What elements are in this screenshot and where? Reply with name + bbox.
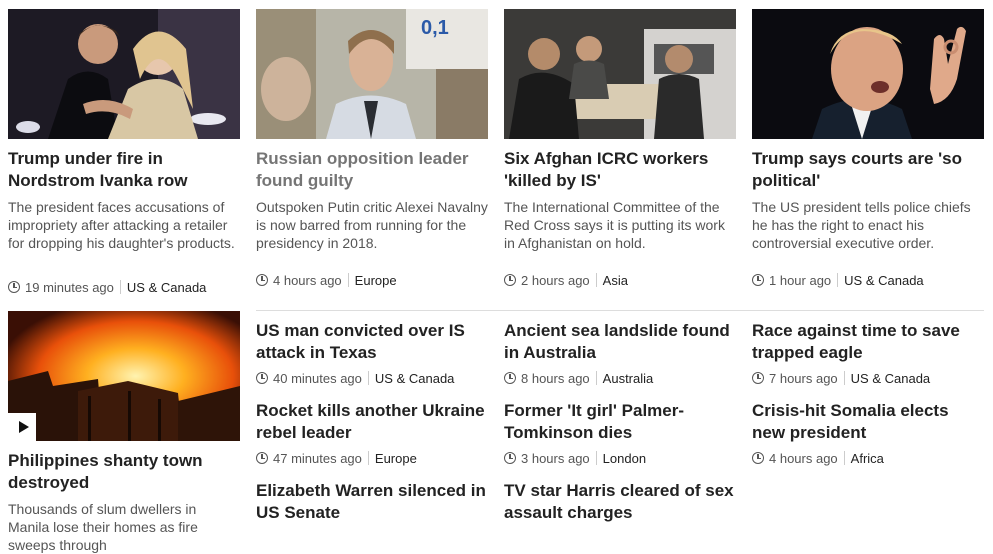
meta-divider: [595, 371, 597, 385]
story-headline[interactable]: Former 'It girl' Palmer-Tomkinson dies: [504, 400, 736, 444]
story-card-7[interactable]: Rocket kills another Ukraine rebel leade…: [256, 400, 488, 467]
story-card-2[interactable]: Russian opposition leader found guilty O…: [256, 148, 488, 252]
story-section-link[interactable]: London: [603, 451, 646, 466]
row-divider: [256, 310, 984, 311]
story-timestamp: 19 minutes ago: [25, 279, 114, 295]
meta-divider: [347, 273, 349, 287]
meta-divider: [843, 371, 845, 385]
story-section-link[interactable]: US & Canada: [851, 371, 931, 386]
story-timestamp: 47 minutes ago: [273, 450, 362, 466]
story-timestamp: 8 hours ago: [521, 370, 590, 386]
story-section-link[interactable]: US & Canada: [127, 280, 207, 295]
story-meta: 2 hours ago Asia: [504, 271, 628, 289]
clock-icon: [8, 281, 20, 293]
story-section-link[interactable]: Australia: [603, 371, 654, 386]
story-card-12[interactable]: Race against time to save trapped eagle …: [752, 320, 984, 387]
story-headline[interactable]: Crisis-hit Somalia elects new president: [752, 400, 984, 444]
story-card-3[interactable]: Six Afghan ICRC workers 'killed by IS' T…: [504, 148, 736, 252]
story-summary: Thousands of slum dwellers in Manila los…: [8, 501, 198, 553]
meta-divider: [595, 451, 597, 465]
story-summary: Outspoken Putin critic Alexei Navalny is…: [256, 199, 488, 251]
story-headline[interactable]: Six Afghan ICRC workers 'killed by IS': [504, 148, 736, 192]
story-section-link[interactable]: Europe: [375, 451, 417, 466]
story-image-trump-courts[interactable]: [752, 9, 984, 139]
story-headline[interactable]: TV star Harris cleared of sex assault ch…: [504, 480, 736, 524]
story-card-11[interactable]: TV star Harris cleared of sex assault ch…: [504, 480, 736, 524]
story-section-link[interactable]: Asia: [603, 273, 628, 288]
story-timestamp: 40 minutes ago: [273, 370, 362, 386]
story-card-8[interactable]: Elizabeth Warren silenced in US Senate: [256, 480, 488, 524]
story-meta: 40 minutes ago US & Canada: [256, 369, 488, 387]
story-section-link[interactable]: US & Canada: [844, 273, 924, 288]
story-meta: 47 minutes ago Europe: [256, 449, 488, 467]
story-headline[interactable]: Russian opposition leader found guilty: [256, 148, 488, 192]
meta-divider: [367, 451, 369, 465]
story-section-link[interactable]: US & Canada: [375, 371, 455, 386]
story-section-link[interactable]: Europe: [355, 273, 397, 288]
story-image-afghan-icrc[interactable]: [504, 9, 736, 139]
story-meta: 19 minutes ago US & Canada: [8, 278, 206, 296]
story-timestamp: 1 hour ago: [769, 272, 832, 288]
story-section-link[interactable]: Africa: [851, 451, 884, 466]
story-timestamp: 4 hours ago: [769, 450, 838, 466]
story-timestamp: 2 hours ago: [521, 272, 590, 288]
story-image-navalny[interactable]: 0,1: [256, 9, 488, 139]
meta-divider: [843, 451, 845, 465]
story-meta: 4 hours ago Europe: [256, 271, 397, 289]
story-summary: The president faces accusations of impro…: [8, 199, 235, 251]
story-summary: The US president tells police chiefs he …: [752, 199, 971, 251]
story-headline[interactable]: Ancient sea landslide found in Australia: [504, 320, 736, 364]
story-timestamp: 4 hours ago: [273, 272, 342, 288]
story-headline[interactable]: Trump under fire in Nordstrom Ivanka row: [8, 148, 240, 192]
meta-divider: [837, 273, 839, 287]
clock-icon: [256, 372, 268, 384]
clock-icon: [256, 274, 268, 286]
story-card-6[interactable]: US man convicted over IS attack in Texas…: [256, 320, 488, 387]
story-meta: 7 hours ago US & Canada: [752, 369, 984, 387]
story-image-trump-ivanka[interactable]: [8, 9, 240, 139]
clock-icon: [752, 274, 764, 286]
story-card-13[interactable]: Crisis-hit Somalia elects new president …: [752, 400, 984, 467]
story-headline[interactable]: Rocket kills another Ukraine rebel leade…: [256, 400, 488, 444]
meta-divider: [367, 371, 369, 385]
story-card-10[interactable]: Former 'It girl' Palmer-Tomkinson dies 3…: [504, 400, 736, 467]
story-card-1[interactable]: Trump under fire in Nordstrom Ivanka row…: [8, 148, 240, 252]
svg-text:0,1: 0,1: [421, 17, 449, 39]
story-image-manila-fire[interactable]: [8, 311, 240, 441]
story-summary: The International Committee of the Red C…: [504, 199, 725, 251]
meta-divider: [595, 273, 597, 287]
clock-icon: [256, 452, 268, 464]
story-headline[interactable]: Philippines shanty town destroyed: [8, 450, 240, 494]
story-headline[interactable]: Elizabeth Warren silenced in US Senate: [256, 480, 488, 524]
clock-icon: [752, 372, 764, 384]
clock-icon: [504, 274, 516, 286]
story-card-9[interactable]: Ancient sea landslide found in Australia…: [504, 320, 736, 387]
story-headline[interactable]: Race against time to save trapped eagle: [752, 320, 984, 364]
play-icon[interactable]: [8, 413, 36, 441]
clock-icon: [504, 452, 516, 464]
story-card-5[interactable]: Philippines shanty town destroyed Thousa…: [8, 450, 240, 554]
story-headline[interactable]: US man convicted over IS attack in Texas: [256, 320, 488, 364]
story-headline[interactable]: Trump says courts are 'so political': [752, 148, 984, 192]
story-meta: 8 hours ago Australia: [504, 369, 736, 387]
clock-icon: [752, 452, 764, 464]
story-meta: 4 hours ago Africa: [752, 449, 984, 467]
story-timestamp: 3 hours ago: [521, 450, 590, 466]
story-card-4[interactable]: Trump says courts are 'so political' The…: [752, 148, 984, 252]
story-meta: 3 hours ago London: [504, 449, 736, 467]
story-meta: 1 hour ago US & Canada: [752, 271, 924, 289]
meta-divider: [119, 280, 121, 294]
story-timestamp: 7 hours ago: [769, 370, 838, 386]
clock-icon: [504, 372, 516, 384]
